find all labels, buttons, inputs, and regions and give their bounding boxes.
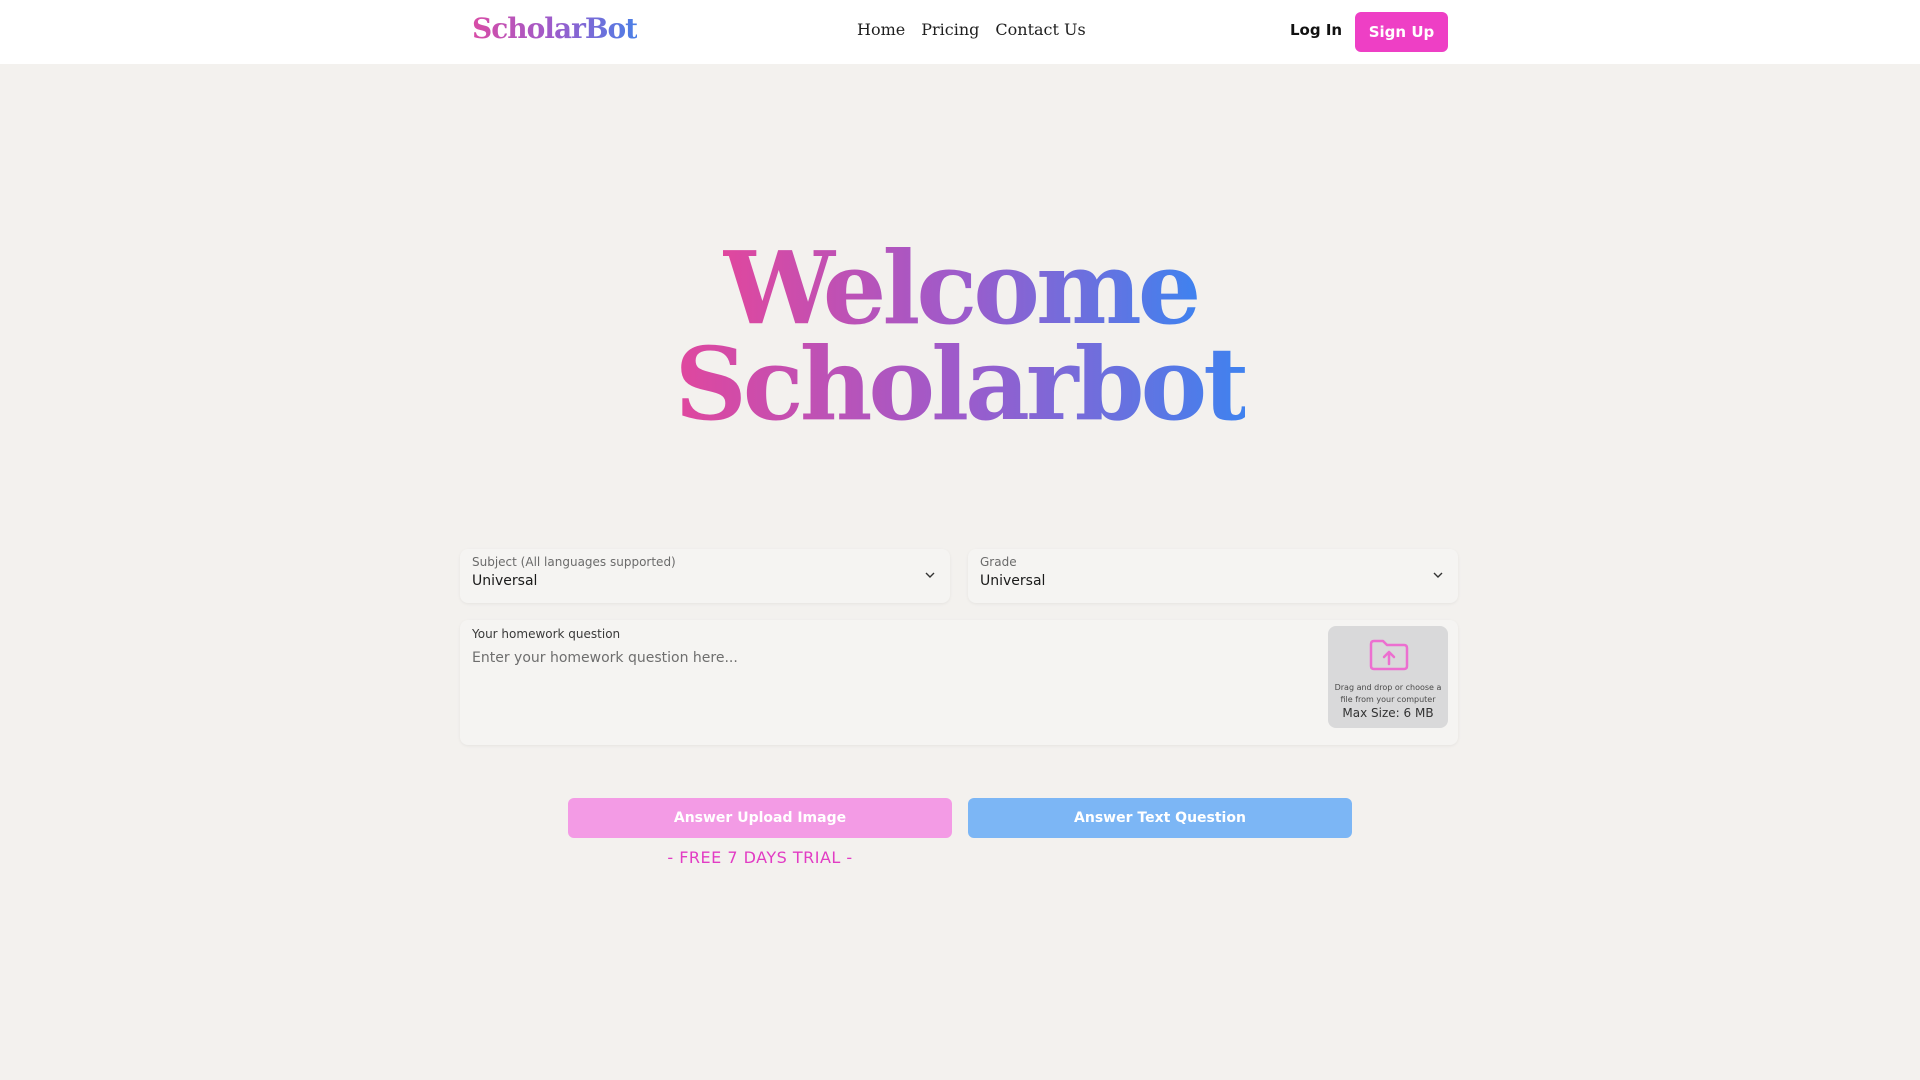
chevron-down-icon <box>925 572 935 578</box>
file-upload-dropzone[interactable]: Drag and drop or choose a file from your… <box>1328 626 1448 728</box>
grade-select-value: Universal <box>980 573 1046 589</box>
homework-question-input[interactable] <box>472 650 1322 730</box>
answer-text-question-button[interactable]: Answer Text Question <box>968 798 1352 838</box>
grade-select[interactable]: Grade Universal <box>968 549 1458 603</box>
chevron-down-icon <box>1433 572 1443 578</box>
subject-select-label: Subject (All languages supported) <box>472 555 676 569</box>
upload-instructions: Drag and drop or choose a file from your… <box>1334 683 1442 704</box>
grade-select-label: Grade <box>980 555 1017 569</box>
hero-title: Welcome Scholarbot <box>0 229 1920 443</box>
homework-question-label: Your homework question <box>472 627 621 641</box>
login-link[interactable]: Log In <box>1290 21 1342 39</box>
answer-upload-image-button[interactable]: Answer Upload Image <box>568 798 952 838</box>
subject-select[interactable]: Subject (All languages supported) Univer… <box>460 549 950 603</box>
subject-select-value: Universal <box>472 573 538 589</box>
nav-pricing-link[interactable]: Pricing <box>921 20 979 39</box>
signup-button[interactable]: Sign Up <box>1355 12 1448 52</box>
logo[interactable]: ScholarBot <box>472 12 638 45</box>
hero-title-line1: Welcome <box>722 229 1202 347</box>
free-trial-text: - FREE 7 DAYS TRIAL - <box>667 848 853 867</box>
folder-upload-icon <box>1369 639 1409 671</box>
hero-title-line2: Scholarbot <box>674 325 1250 443</box>
nav-home-link[interactable]: Home <box>857 20 905 39</box>
homework-question-panel: Your homework question Drag and drop or … <box>460 620 1458 745</box>
main-nav: Home Pricing Contact Us <box>857 20 1086 39</box>
nav-contact-link[interactable]: Contact Us <box>995 20 1085 39</box>
upload-max-size: Max Size: 6 MB <box>1342 706 1434 720</box>
top-navbar: ScholarBot Home Pricing Contact Us Log I… <box>0 0 1920 64</box>
